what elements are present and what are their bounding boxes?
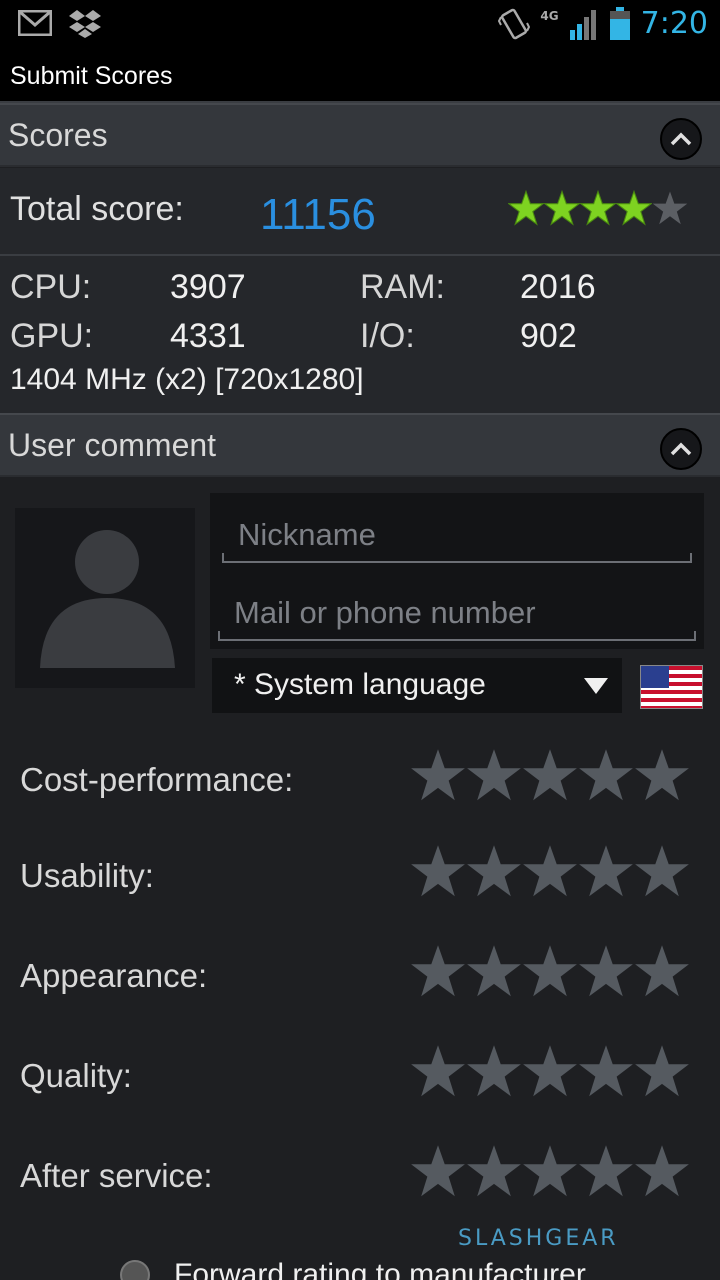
rating-row-appearance: Appearance:: [0, 939, 720, 1019]
total-score-value: 11156: [260, 190, 376, 239]
rating-row-after-service: After service:: [0, 1139, 720, 1219]
star-empty-icon: [411, 1045, 465, 1097]
rating-label: Usability:: [20, 857, 154, 894]
star-filled-icon: [508, 190, 544, 226]
star-empty-icon: [523, 749, 577, 801]
star-empty-icon: [411, 1145, 465, 1197]
chevron-up-icon: [670, 132, 692, 146]
contact-fields: Nickname Mail or phone number: [210, 493, 704, 649]
comment-section-header[interactable]: User comment: [0, 413, 720, 477]
us-flag-icon[interactable]: [640, 665, 703, 709]
scores-header-label: Scores: [8, 117, 108, 153]
rating-label: Appearance:: [20, 957, 208, 994]
star-empty-icon: [523, 845, 577, 897]
language-select[interactable]: * System language: [212, 658, 622, 713]
rating-stars[interactable]: [410, 747, 690, 803]
dropbox-icon: [69, 10, 101, 38]
chevron-up-icon: [670, 442, 692, 456]
rating-stars[interactable]: [410, 943, 690, 999]
star-empty-icon: [467, 749, 521, 801]
star-empty-icon: [467, 1145, 521, 1197]
rating-stars[interactable]: [410, 843, 690, 899]
title-bar: Submit Scores: [0, 50, 720, 103]
network-type: 4G: [540, 8, 559, 23]
clock: 7:20: [640, 6, 708, 41]
star-empty-icon: [579, 945, 633, 997]
gpu-label: GPU:: [10, 317, 94, 355]
star-empty-icon: [635, 1045, 689, 1097]
scores-panel: Total score: 11156 CPU: 3907 RAM: 2016 G…: [0, 168, 720, 413]
rating-label: Quality:: [20, 1057, 132, 1094]
scores-section-header[interactable]: Scores: [0, 103, 720, 167]
star-empty-icon: [467, 1045, 521, 1097]
rating-label: After service:: [20, 1157, 213, 1194]
star-empty-icon: [523, 1045, 577, 1097]
rating-row-cost-performance: Cost-performance:: [0, 743, 720, 823]
star-empty-icon: [635, 845, 689, 897]
cpu-label: CPU:: [10, 268, 92, 306]
star-empty-icon: [467, 845, 521, 897]
device-info: 1404 MHz (x2) [720x1280]: [10, 363, 364, 396]
nickname-placeholder: Nickname: [238, 517, 376, 552]
star-empty-icon: [635, 945, 689, 997]
io-label: I/O:: [360, 317, 415, 355]
star-empty-icon: [411, 845, 465, 897]
star-empty-icon: [579, 749, 633, 801]
language-value: * System language: [234, 668, 486, 701]
vibrate-icon: [498, 8, 531, 39]
io-value: 902: [520, 317, 577, 355]
star-empty-icon: [523, 1145, 577, 1197]
page-title: Submit Scores: [10, 62, 173, 90]
mail-placeholder: Mail or phone number: [234, 595, 536, 630]
gmail-icon: [18, 10, 52, 36]
star-empty-icon: [579, 1145, 633, 1197]
rating-row-quality: Quality:: [0, 1039, 720, 1119]
star-empty-icon: [523, 945, 577, 997]
total-rating-stars: [508, 190, 688, 226]
person-icon: [40, 530, 175, 668]
ram-label: RAM:: [360, 268, 445, 306]
ram-value: 2016: [520, 268, 596, 306]
star-filled-icon: [580, 190, 616, 226]
star-empty-icon: [467, 945, 521, 997]
forward-rating-option[interactable]: Forward rating to manufacturer: [120, 1258, 586, 1280]
star-empty-icon: [579, 1045, 633, 1097]
status-bar: 4G 7:20: [0, 0, 720, 50]
star-filled-icon: [544, 190, 580, 226]
avatar[interactable]: [15, 508, 195, 688]
rating-stars[interactable]: [410, 1043, 690, 1099]
star-empty-icon: [652, 191, 688, 225]
star-empty-icon: [635, 1145, 689, 1197]
battery-icon: [609, 6, 630, 40]
forward-label: Forward rating to manufacturer: [174, 1258, 586, 1280]
nickname-field[interactable]: Nickname: [222, 503, 692, 563]
star-filled-icon: [616, 190, 652, 226]
total-score-label: Total score:: [10, 190, 184, 228]
collapse-scores-button[interactable]: [660, 118, 702, 160]
star-empty-icon: [635, 749, 689, 801]
dropdown-arrow-icon: [584, 678, 608, 694]
collapse-comment-button[interactable]: [660, 428, 702, 470]
star-empty-icon: [411, 945, 465, 997]
gpu-value: 4331: [170, 317, 246, 355]
signal-icon: [569, 9, 596, 40]
cpu-value: 3907: [170, 268, 246, 306]
rating-label: Cost-performance:: [20, 761, 294, 798]
watermark: SLASHGEAR: [458, 1226, 619, 1251]
rating-row-usability: Usability:: [0, 839, 720, 919]
forward-radio[interactable]: [120, 1260, 150, 1280]
star-empty-icon: [411, 749, 465, 801]
total-score-row: Total score: 11156: [0, 168, 720, 256]
comment-panel: Nickname Mail or phone number * System l…: [0, 478, 720, 1280]
rating-stars[interactable]: [410, 1143, 690, 1199]
star-empty-icon: [579, 845, 633, 897]
comment-header-label: User comment: [8, 427, 217, 463]
mail-phone-field[interactable]: Mail or phone number: [218, 581, 696, 641]
